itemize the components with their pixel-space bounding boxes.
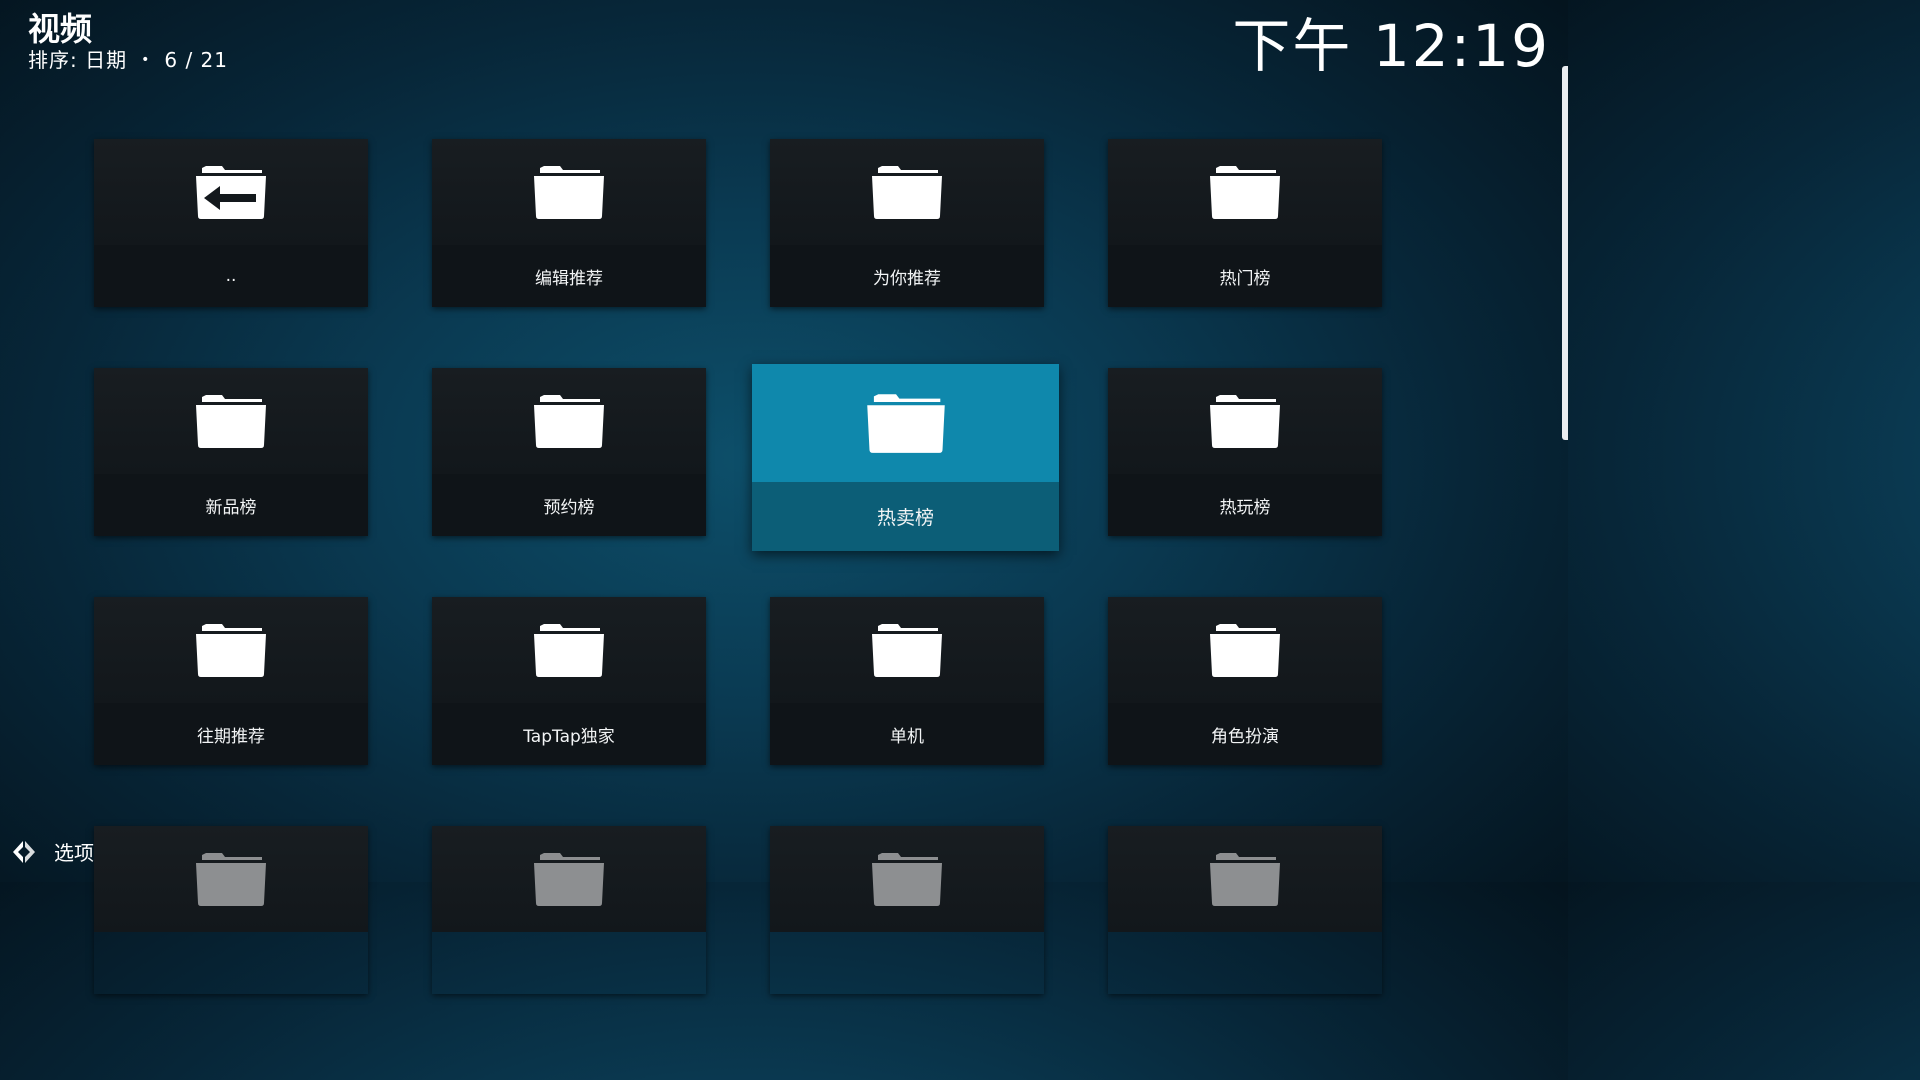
tile-label: 热门榜 [1219, 268, 1271, 289]
folder-tile[interactable]: TapTap独家 [432, 597, 706, 765]
folder-icon [1210, 166, 1280, 219]
tile-label: 编辑推荐 [535, 268, 603, 289]
tile-label: 预约榜 [543, 497, 595, 518]
folder-tile[interactable]: 角色扮演 [1108, 597, 1382, 765]
tile-label: TapTap独家 [523, 726, 615, 747]
folder-icon [872, 624, 942, 677]
folder-icon [196, 624, 266, 677]
folder-grid: .. 编辑推荐 为你推荐 热门榜 新品榜 预约榜 热卖榜 热玩榜 往期推荐 Ta… [0, 0, 1568, 932]
tile-label: 新品榜 [205, 497, 257, 518]
folder-tile[interactable] [770, 826, 1044, 994]
folder-tile[interactable]: 往期推荐 [94, 597, 368, 765]
folder-icon [872, 166, 942, 219]
folder-icon [872, 853, 942, 906]
folder-tile[interactable]: 为你推荐 [770, 139, 1044, 307]
tile-label: .. [225, 266, 237, 286]
tile-label: 角色扮演 [1211, 726, 1279, 747]
folder-up-icon [196, 166, 266, 219]
options-label: 选项 [54, 841, 94, 865]
folder-tile[interactable]: 预约榜 [432, 368, 706, 536]
options-arrows-icon [13, 840, 35, 863]
folder-tile-parent[interactable]: .. [94, 139, 368, 307]
folder-icon [1210, 395, 1280, 448]
folder-tile[interactable] [432, 826, 706, 994]
folder-tile[interactable]: 编辑推荐 [432, 139, 706, 307]
folder-icon [1210, 624, 1280, 677]
folder-icon [534, 624, 604, 677]
tile-label: 单机 [890, 726, 924, 747]
folder-tile-focused[interactable]: 热卖榜 [752, 364, 1059, 551]
options-button[interactable]: 选项 [10, 837, 94, 866]
folder-icon [534, 853, 604, 906]
tile-label: 热卖榜 [876, 507, 934, 529]
folder-tile[interactable] [94, 826, 368, 994]
folder-icon [196, 853, 266, 906]
folder-tile[interactable]: 热玩榜 [1108, 368, 1382, 536]
folder-icon [534, 166, 604, 219]
tile-label: 往期推荐 [197, 726, 265, 747]
tile-label: 为你推荐 [873, 268, 941, 289]
folder-icon [866, 394, 945, 453]
folder-tile[interactable]: 新品榜 [94, 368, 368, 536]
folder-tile[interactable]: 热门榜 [1108, 139, 1382, 307]
folder-icon [1210, 853, 1280, 906]
folder-icon [534, 395, 604, 448]
folder-icon [196, 395, 266, 448]
folder-tile[interactable] [1108, 826, 1382, 994]
folder-tile[interactable]: 单机 [770, 597, 1044, 765]
tile-label: 热玩榜 [1219, 497, 1271, 518]
